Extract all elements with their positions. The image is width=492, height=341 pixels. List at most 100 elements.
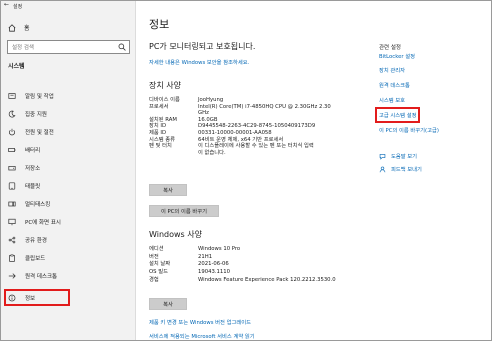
spec-row: 제품 ID 00331-10000-00001-AA058 xyxy=(149,130,409,137)
spec-key: 프로세서 xyxy=(149,103,169,110)
advanced-system-settings-link[interactable]: 고급 시스템 설정 xyxy=(374,107,421,123)
sidebar-item-projecting[interactable]: PC에 화면 표시 xyxy=(1,213,136,231)
spec-value: JooHyung xyxy=(198,97,224,103)
give-feedback-link[interactable]: 피드백 보내기 xyxy=(379,165,422,173)
sidebar-item-label: 집중 지원 xyxy=(25,112,47,118)
spec-row: 디바이스 이름 JooHyung xyxy=(149,97,409,104)
spec-row: 장치 ID D9445548-2263-4C29-8745-1050409173D… xyxy=(149,123,409,130)
sidebar-item-label: 알림 및 작업 xyxy=(25,94,54,100)
sidebar-item-label: 배터리 xyxy=(25,148,41,154)
remote-desktop-link[interactable]: 원격 데스크톱 xyxy=(379,81,410,89)
sidebar-item-shared-experiences[interactable]: 공유 환경 xyxy=(1,231,136,249)
sidebar-item-multitasking[interactable]: 멀티태스킹 xyxy=(1,195,136,213)
rename-pc-button[interactable]: 이 PC의 이름 바꾸기 xyxy=(149,205,219,217)
sidebar-item-battery[interactable]: 배터리 xyxy=(1,141,136,159)
sidebar-item-clipboard[interactable]: 클립보드 xyxy=(1,249,136,267)
sidebar-item-storage[interactable]: 저장소 xyxy=(1,159,136,177)
sidebar-item-label: 멀티태스킹 xyxy=(25,202,51,208)
spec-row: 에디션 Windows 10 Pro xyxy=(149,246,409,254)
spec-value: Intel(R) Core(TM) i7-4850HQ CPU @ 2.30GH… xyxy=(198,103,331,110)
feedback-icon xyxy=(379,166,386,172)
spec-value: Windows 10 Pro xyxy=(198,246,241,252)
rename-pc-advanced-link[interactable]: 이 PC의 이름 바꾸기(고급) xyxy=(379,126,439,134)
spec-key: 에디션 xyxy=(149,246,164,252)
notification-icon xyxy=(8,93,16,99)
search-placeholder: 설정 검색 xyxy=(12,45,34,51)
protection-status-title: PC가 모니터링되고 보호됩니다. xyxy=(149,42,256,51)
sidebar-item-notifications[interactable]: 알림 및 작업 xyxy=(1,87,136,105)
sidebar-item-label: 원격 데스크톱 xyxy=(25,274,58,280)
spec-key xyxy=(149,150,198,157)
system-protection-link[interactable]: 시스템 보호 xyxy=(379,96,405,104)
spec-key: OS 빌드 xyxy=(149,269,168,276)
spec-row: 설치된 RAM 16.0GB xyxy=(149,117,409,124)
spec-key: 제품 ID xyxy=(149,129,167,136)
tablet-icon xyxy=(8,182,16,190)
info-icon xyxy=(8,294,16,301)
spec-row: 펜 및 터치 이 디스플레이에 사용할 수 있는 펜 또는 터치식 입력 xyxy=(149,143,409,150)
windows-specs-table: 에디션 Windows 10 Pro 버전 21H1 설치 날짜 2021-06-06… xyxy=(149,246,409,285)
spec-key: 경험 xyxy=(149,276,159,283)
device-manager-link[interactable]: 장치 관리자 xyxy=(379,66,405,74)
spec-value: 16.0GB xyxy=(198,116,218,123)
sidebar-item-power[interactable]: 전원 및 절전 xyxy=(1,123,136,141)
search-icon[interactable] xyxy=(118,43,126,51)
section-title: 시스템 xyxy=(8,63,25,70)
bitlocker-settings-link[interactable]: BitLocker 설정 xyxy=(379,52,415,60)
get-help-label: 도움말 보기 xyxy=(391,154,418,160)
storage-icon xyxy=(8,166,16,171)
sidebar-item-about[interactable]: 정보 xyxy=(4,289,70,306)
sidebar-item-label: 정보 xyxy=(25,295,36,302)
sidebar-item-label: 공유 환경 xyxy=(25,238,47,244)
related-settings-title: 관련 설정 xyxy=(379,45,401,51)
product-key-link[interactable]: 제품 키 변경 또는 Windows 버전 업그레이드 xyxy=(149,318,251,326)
spec-key: 설치 날짜 xyxy=(149,261,171,268)
main-content: 정보 PC가 모니터링되고 보호됩니다. 자세한 내용은 Windows 보안을… xyxy=(136,1,491,340)
give-feedback-label: 피드백 보내기 xyxy=(391,167,422,173)
sidebar-item-tablet[interactable]: 태블릿 xyxy=(1,177,136,195)
sidebar-item-remote-desktop[interactable]: 원격 데스크톱 xyxy=(1,267,136,285)
projecting-icon xyxy=(8,218,16,226)
spec-value: 이 없습니다. xyxy=(198,149,226,156)
focus-assist-icon xyxy=(8,110,16,118)
get-help-link[interactable]: 도움말 보기 xyxy=(379,152,417,160)
sidebar: ← 설정 홈 설정 검색 시스템 알림 및 작업 집중 지원 전원 및 절전 배… xyxy=(1,1,136,340)
sidebar-item-label: 저장소 xyxy=(25,166,41,172)
spec-key xyxy=(149,110,198,117)
multitasking-icon xyxy=(8,201,16,207)
spec-row: 이 없습니다. xyxy=(149,150,409,157)
spec-row: GHz xyxy=(149,110,409,117)
spec-value: Windows Feature Experience Pack 120.2212… xyxy=(198,276,336,283)
sidebar-item-label: PC에 화면 표시 xyxy=(25,220,61,226)
remote-desktop-icon xyxy=(8,273,16,279)
spec-value: GHz xyxy=(198,110,209,117)
copy-device-specs-button[interactable]: 복사 xyxy=(149,184,187,196)
spec-value: 19043.1110 xyxy=(198,269,231,276)
windows-specs-title: Windows 사양 xyxy=(149,230,202,239)
home-label: 홈 xyxy=(24,25,30,32)
sidebar-item-label: 태블릿 xyxy=(25,184,41,190)
spec-value: D9445548-2263-4C29-8745-1050409173D9 xyxy=(198,123,316,130)
device-specs-table: 디바이스 이름 JooHyung 프로세서 Intel(R) Core(TM) i7… xyxy=(149,97,409,156)
spec-value: 이 디스플레이에 사용할 수 있는 펜 또는 터치식 입력 xyxy=(198,143,314,150)
windows-security-link[interactable]: 자세한 내용은 Windows 보안을 참조하세요. xyxy=(149,58,249,66)
back-arrow-icon[interactable]: ← xyxy=(4,1,9,8)
spec-row: 경험 Windows Feature Experience Pack 120.22… xyxy=(149,277,409,285)
spec-row: 버전 21H1 xyxy=(149,254,409,262)
spec-value: 2021-06-06 xyxy=(198,261,229,268)
shared-experiences-icon xyxy=(8,236,16,244)
settings-window: ← 설정 홈 설정 검색 시스템 알림 및 작업 집중 지원 전원 및 절전 배… xyxy=(0,0,492,341)
spec-row: OS 빌드 19043.1110 xyxy=(149,269,409,277)
battery-icon xyxy=(8,148,16,152)
home-link[interactable]: 홈 xyxy=(8,23,30,32)
sidebar-item-focus-assist[interactable]: 집중 지원 xyxy=(1,105,136,123)
spec-value: 00331-10000-00001-AA058 xyxy=(198,129,272,136)
spec-value: 21H1 xyxy=(198,253,213,260)
spec-row: 프로세서 Intel(R) Core(TM) i7-4850HQ CPU @ 2.… xyxy=(149,104,409,111)
copy-windows-specs-button[interactable]: 복사 xyxy=(149,298,187,310)
spec-key: 장치 ID xyxy=(149,123,167,130)
spec-key: 디바이스 이름 xyxy=(149,97,180,103)
search-input[interactable]: 설정 검색 xyxy=(7,40,130,54)
sidebar-item-label: 클립보드 xyxy=(25,256,46,262)
services-agreement-link[interactable]: 서비스에 적용되는 Microsoft 서비스 계약 읽기 xyxy=(149,332,255,340)
